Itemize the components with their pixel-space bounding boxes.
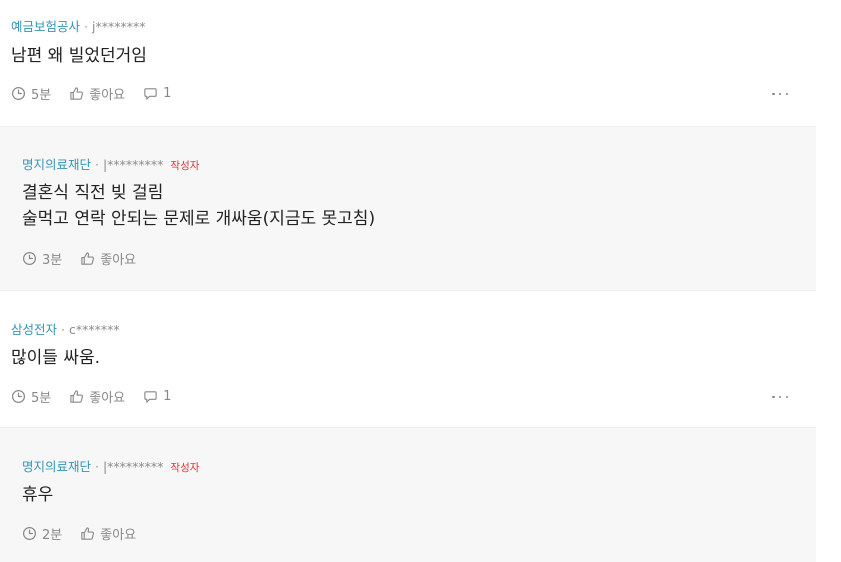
like-label: 좋아요 bbox=[100, 252, 137, 268]
thumbs-up-icon bbox=[81, 526, 95, 540]
comment-text: 많이들 싸움. bbox=[11, 345, 100, 371]
meta-separator: · bbox=[61, 322, 65, 337]
clock-icon bbox=[22, 526, 37, 540]
comment-line: 많이들 싸움. bbox=[11, 348, 101, 368]
reply-item: 명지의료재단 · |********* 작성자 결혼식 직전 빚 걸림 술먹고 … bbox=[0, 126, 816, 290]
comment-actions: 5분 좋아요 1 bbox=[11, 387, 189, 406]
comment-line: 남편 왜 빌었던거임 bbox=[11, 46, 147, 66]
company-name[interactable]: 명지의료재단 bbox=[22, 459, 91, 474]
user-id: j******** bbox=[91, 19, 146, 34]
time-indicator: 3분 bbox=[22, 249, 62, 268]
more-options-button[interactable] bbox=[772, 91, 788, 97]
time-indicator: 5분 bbox=[11, 84, 51, 103]
company-name[interactable]: 명지의료재단 bbox=[22, 157, 91, 172]
time-indicator: 5분 bbox=[11, 387, 51, 406]
comment-meta: 명지의료재단 · |********* 작성자 bbox=[22, 459, 199, 476]
clock-icon bbox=[11, 86, 26, 100]
like-button[interactable]: 좋아요 bbox=[69, 84, 125, 103]
thumbs-up-icon bbox=[70, 86, 84, 100]
comment-item: 삼성전자 · c******* 많이들 싸움. 5분 좋아요 1 bbox=[0, 290, 816, 427]
like-label: 좋아요 bbox=[89, 87, 126, 103]
like-button[interactable]: 좋아요 bbox=[80, 249, 136, 268]
time-text: 2분 bbox=[42, 527, 63, 543]
time-text: 3분 bbox=[42, 252, 63, 268]
author-badge: 작성자 bbox=[170, 160, 200, 172]
company-name[interactable]: 삼성전자 bbox=[11, 322, 57, 337]
comment-actions: 2분 좋아요 bbox=[22, 524, 154, 543]
speech-bubble-icon bbox=[144, 390, 157, 403]
reply-count: 1 bbox=[163, 388, 172, 404]
meta-separator: · bbox=[95, 459, 99, 474]
thumbs-up-icon bbox=[81, 251, 95, 265]
meta-separator: · bbox=[95, 157, 99, 172]
reply-button[interactable]: 1 bbox=[143, 389, 171, 404]
comment-text: 휴우 bbox=[22, 482, 53, 508]
comment-meta: 예금보험공사 · j******** bbox=[11, 19, 145, 35]
user-id: |********* bbox=[102, 459, 164, 474]
dot-icon bbox=[785, 395, 788, 399]
like-button[interactable]: 좋아요 bbox=[69, 387, 125, 406]
reply-button[interactable]: 1 bbox=[143, 86, 171, 101]
comment-item: 예금보험공사 · j******** 남편 왜 빌었던거임 5분 좋아요 1 bbox=[0, 0, 816, 126]
meta-separator: · bbox=[84, 19, 88, 34]
comment-list: 예금보험공사 · j******** 남편 왜 빌었던거임 5분 좋아요 1 명… bbox=[0, 0, 816, 562]
comment-meta: 삼성전자 · c******* bbox=[11, 322, 120, 338]
reply-item: 명지의료재단 · |********* 작성자 휴우 2분 좋아요 bbox=[0, 427, 816, 562]
company-name[interactable]: 예금보험공사 bbox=[11, 19, 80, 34]
like-button[interactable]: 좋아요 bbox=[80, 524, 136, 543]
like-label: 좋아요 bbox=[100, 527, 137, 543]
comment-text: 결혼식 직전 빚 걸림 술먹고 연락 안되는 문제로 개싸움(지금도 못고침) bbox=[22, 180, 375, 232]
comment-meta: 명지의료재단 · |********* 작성자 bbox=[22, 157, 199, 174]
comment-actions: 5분 좋아요 1 bbox=[11, 84, 189, 103]
dot-icon bbox=[778, 92, 782, 96]
speech-bubble-icon bbox=[144, 87, 157, 100]
thumbs-up-icon bbox=[70, 389, 84, 403]
clock-icon bbox=[11, 389, 26, 403]
time-indicator: 2분 bbox=[22, 524, 62, 543]
reply-count: 1 bbox=[163, 85, 172, 101]
clock-icon bbox=[22, 251, 37, 265]
comment-line: 휴우 bbox=[22, 485, 54, 505]
like-label: 좋아요 bbox=[89, 390, 126, 406]
user-id: |********* bbox=[102, 157, 164, 172]
author-badge: 작성자 bbox=[170, 462, 200, 474]
comment-actions: 3분 좋아요 bbox=[22, 249, 154, 268]
more-options-button[interactable] bbox=[772, 394, 788, 400]
dot-icon bbox=[778, 395, 782, 399]
dot-icon bbox=[772, 395, 775, 399]
time-text: 5분 bbox=[31, 390, 52, 406]
comment-line: 술먹고 연락 안되는 문제로 개싸움(지금도 못고침) bbox=[22, 209, 376, 229]
time-text: 5분 bbox=[31, 87, 52, 103]
comment-line: 결혼식 직전 빚 걸림 bbox=[22, 183, 164, 203]
user-id: c******* bbox=[68, 322, 120, 337]
dot-icon bbox=[785, 92, 788, 96]
comment-text: 남편 왜 빌었던거임 bbox=[11, 43, 147, 69]
dot-icon bbox=[772, 92, 775, 96]
